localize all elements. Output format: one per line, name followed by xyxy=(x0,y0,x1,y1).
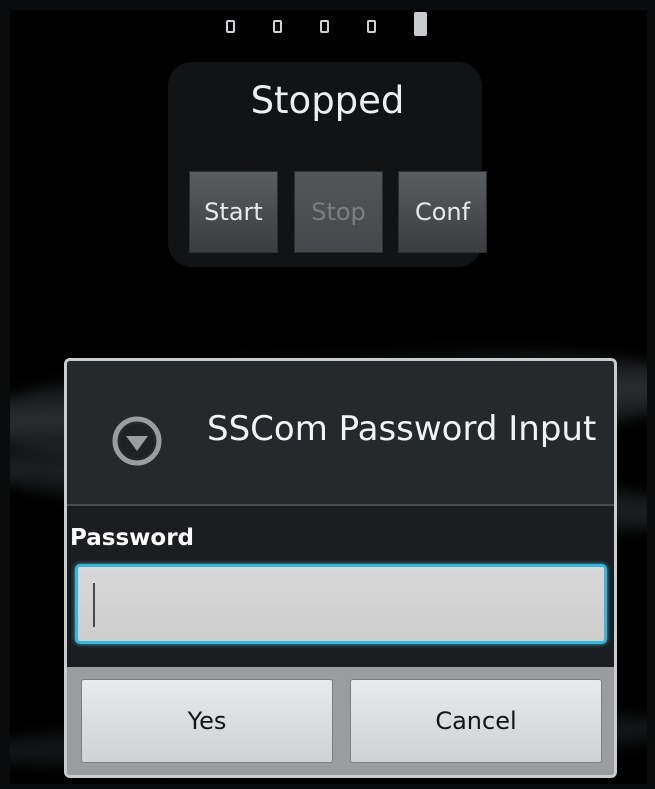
password-label: Password xyxy=(70,525,194,551)
dialog-header: SSCom Password Input xyxy=(67,361,614,506)
conf-button[interactable]: Conf xyxy=(398,171,487,253)
page-dot-active xyxy=(414,12,427,36)
cancel-button[interactable]: Cancel xyxy=(350,679,602,763)
yes-button[interactable]: Yes xyxy=(81,679,333,763)
dialog-title: SSCom Password Input xyxy=(207,409,597,449)
stop-button: Stop xyxy=(294,171,383,253)
chevron-down-circle-icon xyxy=(112,416,162,466)
page-dot xyxy=(273,20,282,33)
page-dot xyxy=(367,20,376,33)
page-dot xyxy=(226,20,235,33)
start-button[interactable]: Start xyxy=(189,171,278,253)
page-dot xyxy=(320,20,329,33)
text-cursor xyxy=(93,583,95,627)
password-dialog: SSCom Password Input Password Yes Cancel xyxy=(64,358,617,778)
widget-status: Stopped xyxy=(250,79,405,122)
password-input[interactable] xyxy=(75,564,607,644)
page-indicator xyxy=(226,12,465,36)
